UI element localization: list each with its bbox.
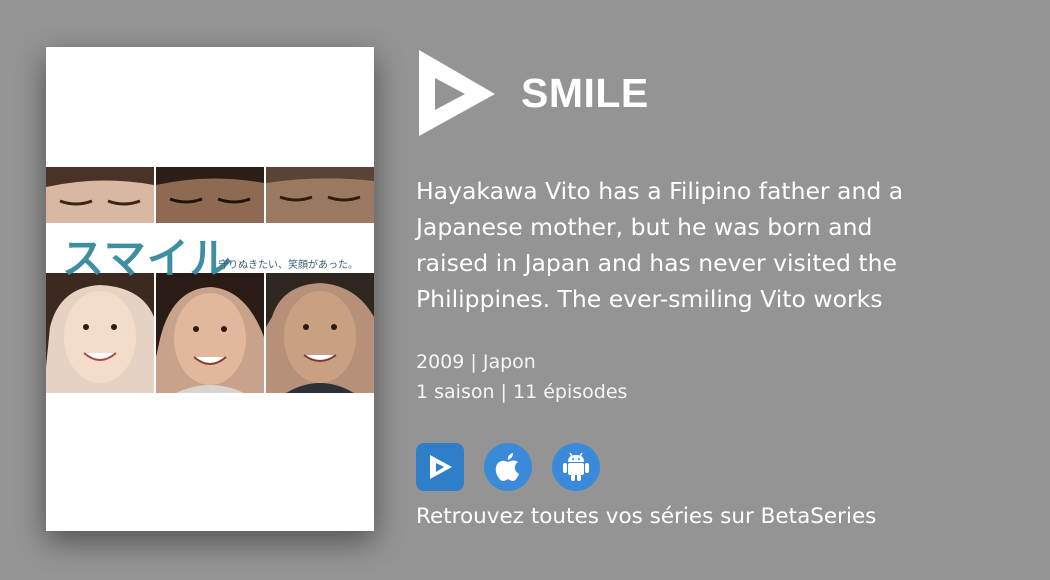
synopsis-line: Philippines. The ever-smiling Vito works <box>416 285 883 313</box>
app-links <box>416 443 600 491</box>
show-synopsis: Hayakawa Vito has a Filipino father and … <box>416 173 1016 317</box>
show-title: SMILE <box>521 70 649 116</box>
seasons-episodes: 1 saison | 11 épisodes <box>416 381 628 403</box>
betaseries-app-button[interactable] <box>416 443 464 491</box>
poster-title: スマイル <box>62 234 233 283</box>
betaseries-cta[interactable]: Retrouvez toutes vos séries sur BetaSeri… <box>416 504 876 529</box>
apple-icon <box>495 453 519 481</box>
show-meta: 2009 | Japon 1 saison | 11 épisodes <box>416 347 627 407</box>
ios-app-button[interactable] <box>484 443 532 491</box>
year-country: 2009 | Japon <box>416 351 536 373</box>
android-icon <box>563 452 589 481</box>
android-app-button[interactable] <box>552 443 600 491</box>
synopsis-line: Japanese mother, but he was born and <box>416 213 873 241</box>
show-poster[interactable]: スマイル 守りぬきたい、笑顔があった。 <box>46 47 374 531</box>
synopsis-line: raised in Japan and has never visited th… <box>416 249 897 277</box>
betaseries-logo-icon[interactable] <box>415 48 497 138</box>
poster-tagline: 守りぬきたい、笑顔があった。 <box>218 260 358 271</box>
betaseries-play-icon <box>430 455 452 479</box>
synopsis-line: Hayakawa Vito has a Filipino father and … <box>416 177 904 205</box>
